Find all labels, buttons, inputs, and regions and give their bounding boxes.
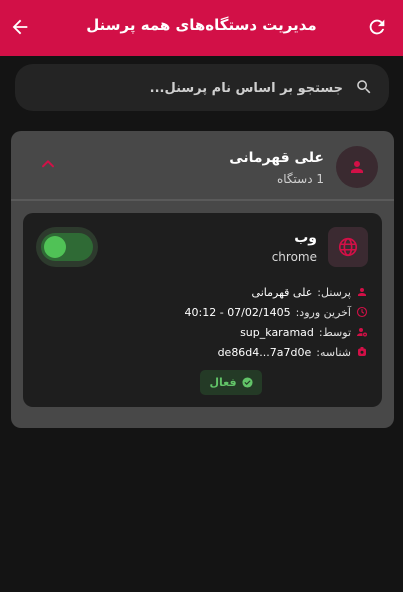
personnel-name: علی قهرمانی [229,150,324,166]
device-type: وب [294,230,317,246]
search-bar [15,64,389,111]
detail-row-created-by: توسط: sup_karamad [240,324,368,340]
group-header[interactable]: علی قهرمانی 1 دستگاه [11,131,394,199]
detail-row-device-id: شناسه: de86d4...7a7d0e [218,344,368,360]
detail-value: de86d4...7a7d0e [217,345,312,359]
device-type-badge [328,227,368,267]
refresh-icon [369,19,385,35]
admin-icon [357,328,367,337]
status-text: فعال [209,376,237,389]
detail-value: sup_karamad [240,325,314,339]
check-circle-icon [242,377,253,388]
person-icon [351,161,363,173]
device-card: وب chrome پرسنل: علی قهرمانی آخرین ورود:… [23,213,382,407]
search-icon [357,80,371,94]
search-input[interactable] [43,76,343,100]
clock-icon [356,306,368,318]
status-badge: فعال [200,370,262,395]
chevron-up-icon[interactable] [38,155,58,171]
detail-value: 07/02/1405 - 40:12 [184,305,291,319]
detail-label: شناسه: [316,345,351,359]
back-button[interactable] [5,12,35,42]
refresh-button[interactable] [362,12,392,42]
person-icon [358,288,366,296]
arrow-left-icon [12,19,28,35]
personnel-group-card: علی قهرمانی 1 دستگاه وب chrome پرسنل: عل… [11,131,394,428]
detail-label: توسط: [318,325,351,339]
detail-value: علی قهرمانی [251,285,313,299]
toggle-knob [44,236,66,258]
detail-row-last-login: آخرین ورود: 07/02/1405 - 40:12 [185,304,368,320]
device-browser: chrome [271,250,317,264]
divider [11,199,394,201]
app-bar: مدیریت دستگاه‌های همه پرسنل [0,0,403,56]
device-active-toggle[interactable] [36,227,98,267]
detail-label: آخرین ورود: [295,305,351,319]
id-icon [358,347,366,356]
avatar [336,146,378,188]
device-count: 1 دستگاه [276,172,324,186]
globe-icon [338,237,358,257]
page-title: مدیریت دستگاه‌های همه پرسنل [86,16,317,34]
detail-row-personnel: پرسنل: علی قهرمانی [252,284,368,300]
detail-label: پرسنل: [317,285,351,299]
